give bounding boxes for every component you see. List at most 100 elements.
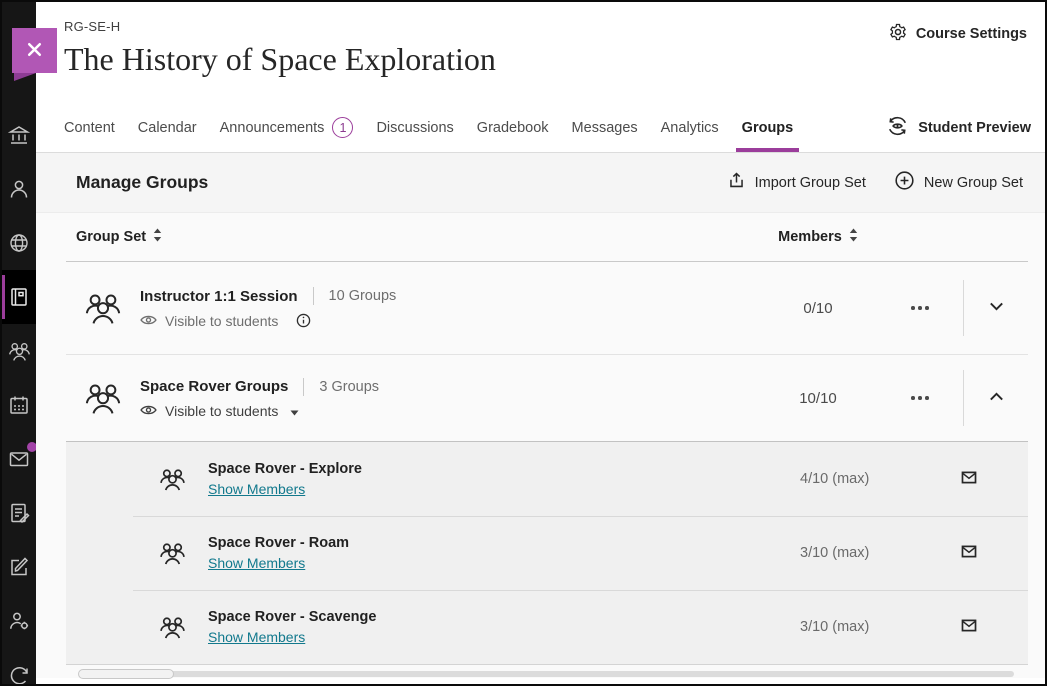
sidebar-item-calendar[interactable] xyxy=(2,378,36,432)
group-members-count: 3/10 (max) xyxy=(800,545,910,561)
close-icon xyxy=(25,40,44,62)
tab-label: Content xyxy=(64,120,115,136)
group-row: Space Rover - Roam Show Members 3/10 (ma… xyxy=(66,516,1028,590)
group-set-info: Space Rover Groups 3 Groups Visible to s… xyxy=(140,378,759,419)
row-options-menu-button[interactable] xyxy=(905,300,935,316)
collapse-row-button[interactable] xyxy=(982,382,1011,414)
envelope-icon xyxy=(960,617,978,637)
divider xyxy=(303,378,304,396)
tab-analytics[interactable]: Analytics xyxy=(655,103,725,152)
compose-icon xyxy=(8,556,30,578)
tab-label: Discussions xyxy=(376,120,453,136)
courses-icon xyxy=(8,286,30,308)
import-group-set-label: Import Group Set xyxy=(755,175,866,191)
envelope-icon xyxy=(960,543,978,563)
group-set-name[interactable]: Instructor 1:1 Session xyxy=(140,288,298,305)
group-count: 10 Groups xyxy=(329,288,397,304)
app-window: RG-SE-H The History of Space Exploration… xyxy=(0,0,1047,686)
expand-row-button[interactable] xyxy=(982,292,1011,324)
column-label: Members xyxy=(778,229,842,245)
course-header: RG-SE-H The History of Space Exploration… xyxy=(36,2,1045,103)
sidebar-item-messages[interactable] xyxy=(2,432,36,486)
tab-discussions[interactable]: Discussions xyxy=(370,103,459,152)
tab-announcements[interactable]: Announcements 1 xyxy=(214,103,360,152)
tab-label: Calendar xyxy=(138,120,197,136)
scrollbar-track[interactable] xyxy=(84,671,1014,677)
sidebar-item-grades[interactable] xyxy=(2,486,36,540)
import-group-set-button[interactable]: Import Group Set xyxy=(727,171,866,194)
course-title: The History of Space Exploration xyxy=(64,41,496,78)
grades-icon xyxy=(8,502,30,524)
tab-groups[interactable]: Groups xyxy=(736,103,800,152)
close-course-button[interactable] xyxy=(12,28,57,73)
group-set-row: Space Rover Groups 3 Groups Visible to s… xyxy=(66,355,1028,441)
globe-icon xyxy=(8,232,30,254)
sort-group-set-button[interactable]: Group Set xyxy=(76,228,162,246)
course-titles: RG-SE-H The History of Space Exploration xyxy=(64,2,496,103)
show-members-link[interactable]: Show Members xyxy=(208,555,305,571)
sort-icon xyxy=(849,228,858,246)
show-members-link[interactable]: Show Members xyxy=(208,481,305,497)
institution-icon xyxy=(8,124,30,146)
sort-members-button[interactable]: Members xyxy=(778,228,858,246)
gear-icon xyxy=(889,23,907,45)
row-options-menu-button[interactable] xyxy=(905,390,935,406)
student-preview-button[interactable]: Student Preview xyxy=(886,103,1031,152)
column-label: Group Set xyxy=(76,229,146,245)
sidebar-item-admin[interactable] xyxy=(2,594,36,648)
sidebar-item-courses[interactable] xyxy=(2,270,36,324)
new-group-set-button[interactable]: New Group Set xyxy=(894,170,1023,195)
chevron-down-icon xyxy=(986,296,1007,320)
sidebar-item-tools[interactable] xyxy=(2,540,36,594)
info-icon[interactable] xyxy=(295,312,312,329)
organizations-icon xyxy=(8,341,31,362)
visibility-status: Visible to students xyxy=(140,312,759,329)
sort-icon xyxy=(153,228,162,246)
sidebar-item-sign-out[interactable] xyxy=(2,648,36,684)
sidebar-item-institution[interactable] xyxy=(2,108,36,162)
tab-label: Announcements xyxy=(220,120,325,136)
group-count: 3 Groups xyxy=(319,379,379,395)
group-icon xyxy=(152,615,192,640)
manage-actions: Import Group Set New Group Set xyxy=(727,170,1023,195)
messages-notification-badge xyxy=(26,441,36,453)
caret-down-icon xyxy=(290,403,299,419)
admin-icon xyxy=(8,610,30,632)
calendar-icon xyxy=(8,394,30,416)
group-set-name[interactable]: Space Rover Groups xyxy=(140,378,288,395)
expanded-groups-panel: Space Rover - Explore Show Members 4/10 … xyxy=(66,441,1028,665)
tab-label: Groups xyxy=(742,120,794,136)
tab-calendar[interactable]: Calendar xyxy=(132,103,203,152)
message-group-button[interactable] xyxy=(956,465,982,493)
group-row: Space Rover - Explore Show Members 4/10 … xyxy=(66,442,1028,516)
message-group-button[interactable] xyxy=(956,613,982,641)
bottom-strip xyxy=(36,678,1045,684)
announcements-count-badge: 1 xyxy=(332,117,353,138)
tab-label: Analytics xyxy=(661,120,719,136)
manage-groups-bar: Manage Groups Import Group Set New Group… xyxy=(36,153,1045,213)
message-group-button[interactable] xyxy=(956,539,982,567)
sidebar-item-organizations[interactable] xyxy=(2,324,36,378)
group-set-list: Instructor 1:1 Session 10 Groups Visible… xyxy=(66,262,1028,665)
course-settings-label: Course Settings xyxy=(916,26,1027,42)
group-set-info: Instructor 1:1 Session 10 Groups Visible… xyxy=(140,287,759,329)
scrollbar-thumb[interactable] xyxy=(78,669,174,679)
course-code: RG-SE-H xyxy=(64,2,496,34)
profile-icon xyxy=(8,178,30,200)
tab-content[interactable]: Content xyxy=(58,103,121,152)
course-settings-button[interactable]: Course Settings xyxy=(889,21,1027,47)
sidebar-item-profile[interactable] xyxy=(2,162,36,216)
tab-messages[interactable]: Messages xyxy=(566,103,644,152)
eye-icon xyxy=(140,403,157,419)
upload-icon xyxy=(727,171,746,194)
tab-gradebook[interactable]: Gradebook xyxy=(471,103,555,152)
group-icon xyxy=(152,541,192,566)
show-members-link[interactable]: Show Members xyxy=(208,629,305,645)
tab-label: Gradebook xyxy=(477,120,549,136)
new-group-set-label: New Group Set xyxy=(924,175,1023,191)
visibility-dropdown[interactable]: Visible to students xyxy=(140,403,299,419)
group-members-count: 4/10 (max) xyxy=(800,471,910,487)
sidebar-item-globe[interactable] xyxy=(2,216,36,270)
column-group-set: Group Set xyxy=(66,228,759,246)
messages-icon xyxy=(8,448,30,470)
